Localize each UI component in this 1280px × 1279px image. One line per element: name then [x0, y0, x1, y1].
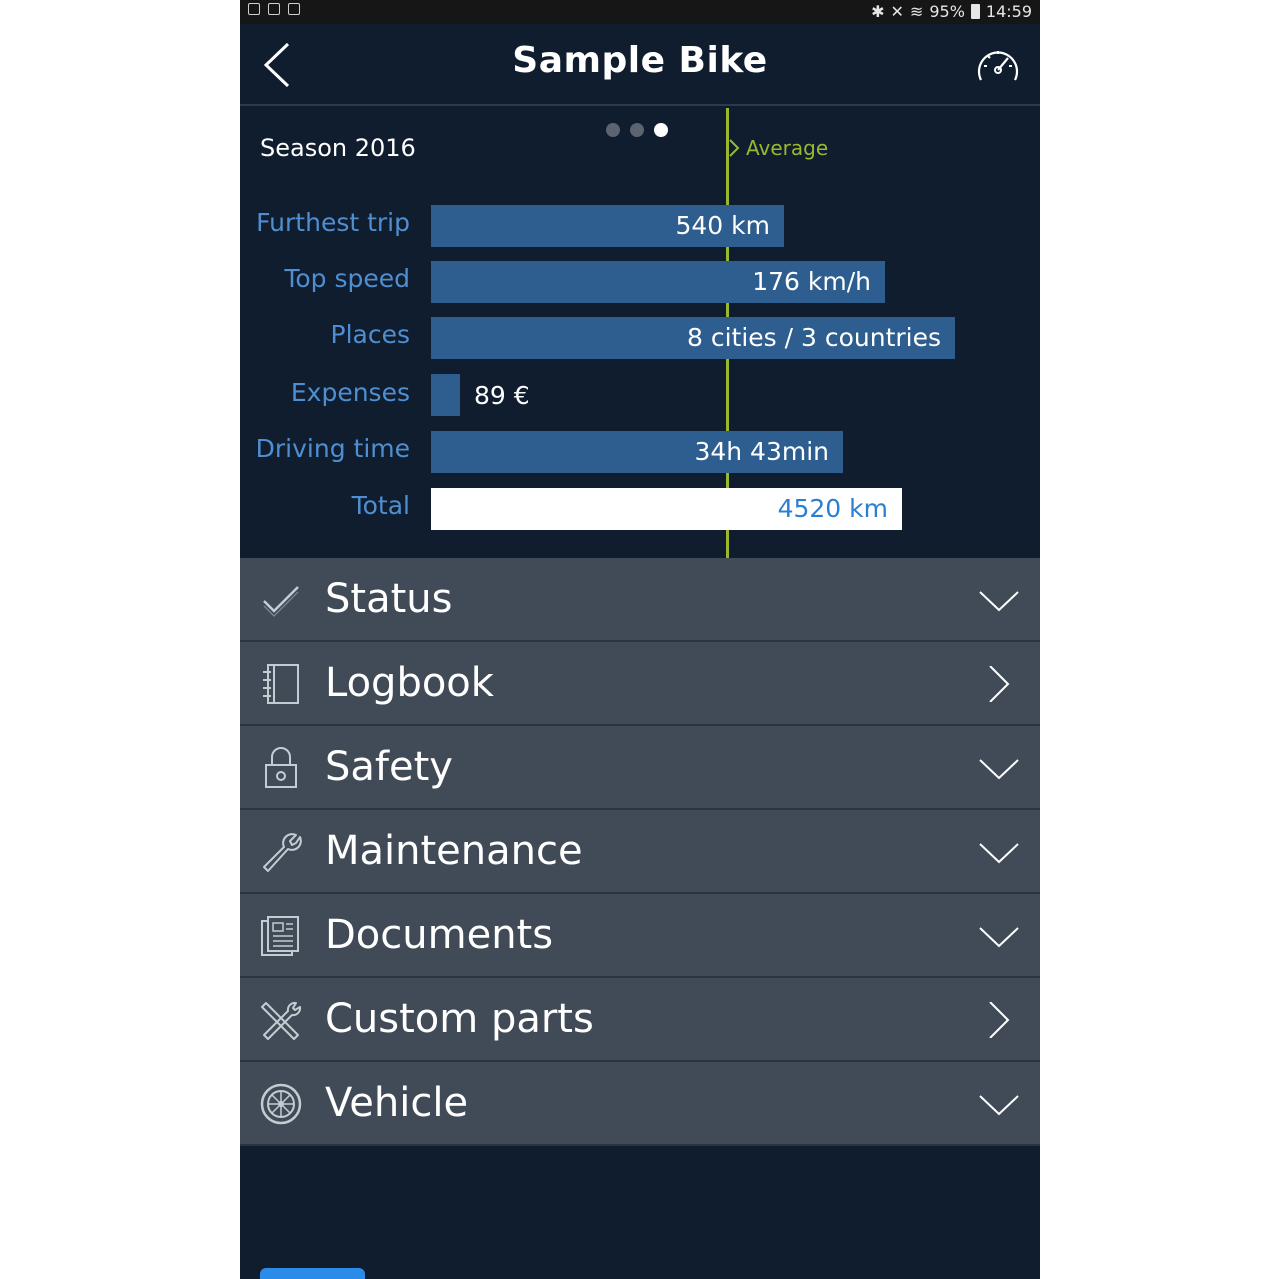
tools-icon — [261, 1001, 302, 1040]
stat-bar-expenses — [431, 374, 460, 416]
notification-icon — [288, 3, 300, 15]
stat-bar-furthest-trip: 540 km — [431, 205, 784, 247]
page-dot-2[interactable] — [630, 123, 644, 137]
stat-bar-places: 8 cities / 3 countries — [431, 317, 955, 359]
menu-item-safety[interactable]: Safety — [240, 726, 1040, 810]
stat-label-total: Total — [351, 491, 410, 520]
chevron-right-icon — [989, 1002, 1010, 1038]
wrench-icon — [263, 833, 302, 872]
average-label: Average — [746, 136, 829, 160]
stat-label-places: Places — [330, 320, 411, 349]
stat-label-driving-time: Driving time — [255, 434, 410, 463]
stat-bar-top-speed: 176 km/h — [431, 261, 885, 303]
app-screen: ✱ ✕ ≋ 95% 14:59 Sample Bike Season 2016 — [240, 0, 1040, 1279]
mute-icon: ✕ — [890, 2, 904, 21]
menu-item-custom-parts[interactable]: Custom parts — [240, 978, 1040, 1062]
menu-item-label: Custom parts — [325, 996, 594, 1042]
clock: 14:59 — [985, 2, 1032, 21]
menu-item-logbook[interactable]: Logbook — [240, 642, 1040, 726]
menu-item-label: Maintenance — [325, 828, 583, 874]
wheel-icon — [260, 1083, 302, 1125]
battery-icon — [970, 4, 980, 19]
page-dot-3[interactable] — [654, 123, 668, 137]
bottom-action-button[interactable] — [260, 1268, 365, 1279]
menu-item-label: Documents — [325, 912, 554, 958]
notification-icon — [248, 3, 260, 15]
stat-bar-driving-time: 34h 43min — [431, 431, 843, 473]
stat-value-expenses: 89 € — [474, 381, 530, 410]
season-stats-panel[interactable]: Season 2016 Average Furthest trip 540 km… — [240, 108, 1040, 558]
chevron-down-icon — [979, 759, 1019, 780]
menu-item-label: Safety — [325, 744, 453, 790]
chevron-down-icon — [979, 591, 1019, 612]
chevron-down-icon — [979, 927, 1019, 948]
wifi-icon: ≋ — [909, 2, 924, 21]
menu-item-vehicle[interactable]: Vehicle — [240, 1062, 1040, 1146]
notebook-icon — [263, 664, 299, 704]
speedometer-icon[interactable] — [974, 42, 1022, 90]
section-menu: Status Logbook Safety Maintenance Docume… — [240, 558, 1040, 1146]
stat-label-furthest-trip: Furthest trip — [256, 208, 410, 237]
app-header: Sample Bike — [240, 24, 1040, 106]
chevron-right-icon — [989, 666, 1010, 702]
page-indicator[interactable] — [606, 123, 668, 137]
stat-label-top-speed: Top speed — [284, 264, 410, 293]
checkmark-icon — [263, 586, 299, 617]
notification-icons — [248, 3, 300, 15]
menu-item-label: Vehicle — [325, 1080, 469, 1126]
stat-bar-total: 4520 km — [431, 488, 902, 530]
menu-item-documents[interactable]: Documents — [240, 894, 1040, 978]
status-indicators: ✱ ✕ ≋ 95% 14:59 — [871, 2, 1032, 21]
status-bar: ✱ ✕ ≋ 95% 14:59 — [240, 0, 1040, 24]
menu-item-maintenance[interactable]: Maintenance — [240, 810, 1040, 894]
battery-percent: 95% — [929, 2, 965, 21]
chevron-down-icon — [979, 1095, 1019, 1116]
menu-item-status[interactable]: Status — [240, 558, 1040, 642]
stat-label-expenses: Expenses — [290, 378, 410, 407]
lock-icon — [265, 747, 297, 788]
menu-item-label: Status — [325, 576, 453, 622]
notification-icon — [268, 3, 280, 15]
bluetooth-icon: ✱ — [871, 2, 885, 21]
document-icon — [261, 916, 299, 956]
season-label: Season 2016 — [260, 134, 416, 162]
page-title: Sample Bike — [512, 40, 768, 81]
page-dot-1[interactable] — [606, 123, 620, 137]
chevron-down-icon — [979, 843, 1019, 864]
menu-item-label: Logbook — [325, 660, 494, 706]
average-marker-icon — [729, 139, 740, 157]
